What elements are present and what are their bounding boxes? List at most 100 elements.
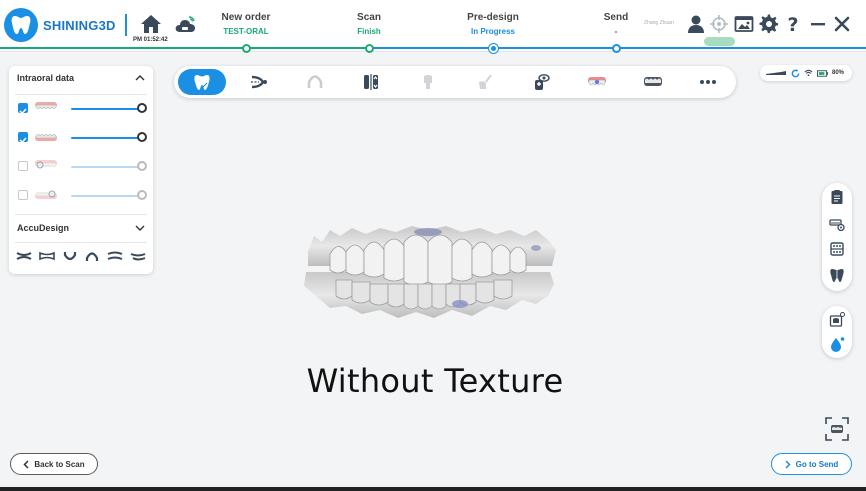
opacity-slider-knob[interactable] — [137, 161, 147, 171]
arch-lower-icon[interactable] — [62, 250, 78, 262]
tool-upper-model[interactable] — [573, 69, 621, 95]
home-icon[interactable] — [140, 14, 162, 34]
intraoral-data-title: Intraoral data — [17, 73, 75, 83]
data-panel: Intraoral data AccuDesign — [9, 66, 153, 274]
arch-icon — [307, 75, 323, 88]
tooth-icon[interactable] — [829, 267, 845, 283]
opacity-slider-track[interactable] — [71, 137, 143, 139]
step-title: Scan — [357, 12, 381, 23]
step-status: In Progress — [470, 27, 515, 36]
tool-more[interactable] — [684, 69, 732, 95]
intraoral-data-header[interactable]: Intraoral data — [9, 66, 153, 90]
bite-adjust-icon — [364, 74, 378, 90]
shining3d-logo: SHINING3D — [4, 7, 124, 43]
tooth-view-icon — [194, 75, 210, 90]
tool-bite-adjust[interactable] — [347, 69, 395, 95]
tool-arch[interactable] — [291, 69, 339, 95]
color-drop-icon[interactable] — [829, 336, 845, 352]
opacity-slider-track[interactable] — [71, 195, 143, 197]
trim-upper-icon[interactable] — [107, 250, 123, 262]
chevron-down-icon[interactable] — [135, 224, 145, 232]
clock-time: PM 01:52:42 — [133, 37, 168, 43]
lower-jaw-icon — [35, 133, 57, 141]
sync-icon — [791, 68, 800, 77]
divider — [15, 94, 147, 95]
bite-align-icon[interactable] — [38, 250, 55, 262]
window-image-icon[interactable] — [734, 14, 754, 34]
lower-prep-icon — [35, 190, 57, 199]
accudesign-header[interactable]: AccuDesign — [9, 216, 153, 240]
checkbox-checked[interactable] — [18, 103, 28, 115]
user-name: Zhang Zhuan — [644, 20, 674, 26]
step-pre-design[interactable]: Pre-design In Progress — [433, 0, 553, 36]
upper-model-icon — [588, 77, 606, 86]
tool-inspect[interactable] — [516, 69, 564, 95]
chevron-left-icon — [23, 459, 29, 469]
intraoral-item-upper-jaw[interactable] — [16, 98, 150, 118]
step-new-order[interactable]: New order TEST-ORAL — [186, 0, 306, 36]
step-send[interactable]: Send - — [556, 0, 676, 36]
minimize-icon[interactable] — [808, 14, 828, 34]
top-header: SHINING3D PM 01:52:42 New order TEST-ORA… — [0, 0, 866, 53]
go-to-send-button[interactable]: Go to Send — [771, 453, 852, 475]
step-title: New order — [221, 12, 271, 23]
checkbox-checked[interactable] — [18, 132, 28, 144]
tooth-logo-icon — [4, 8, 38, 42]
more-icon — [700, 80, 716, 84]
tool-margin-line[interactable] — [235, 69, 283, 95]
tool-crown[interactable] — [404, 69, 452, 95]
step-title: Pre-design — [467, 12, 519, 23]
scanner-icon — [766, 71, 786, 75]
jaw-grid-icon[interactable] — [829, 241, 845, 257]
tool-tooth-view[interactable] — [178, 69, 226, 95]
back-to-scan-label: Back to Scan — [34, 459, 85, 469]
status-badge — [704, 37, 735, 46]
step-scan[interactable]: Scan Finish — [309, 0, 429, 36]
inspect-eye-icon — [535, 74, 550, 90]
opacity-slider-track[interactable] — [71, 166, 143, 168]
arch-upper-icon[interactable] — [84, 250, 100, 262]
accudesign-tools — [16, 250, 146, 264]
dental-scan-model[interactable] — [300, 222, 562, 322]
trim-lower-icon[interactable] — [130, 250, 146, 262]
crosshair-icon[interactable] — [709, 14, 729, 34]
gear-icon[interactable] — [759, 14, 779, 34]
occlusion-plane-icon[interactable] — [16, 250, 32, 262]
user-icon[interactable] — [686, 14, 706, 34]
lower-model-icon — [644, 77, 662, 86]
jaw-settings-icon[interactable] — [829, 216, 845, 232]
chevron-right-icon — [785, 459, 791, 469]
step-dot-new-order — [241, 44, 251, 53]
intraoral-item-lower-prep[interactable] — [16, 185, 150, 205]
tool-sculpt[interactable] — [460, 69, 508, 95]
go-to-send-label: Go to Send — [795, 459, 839, 469]
clipboard-icon[interactable] — [829, 189, 845, 205]
back-to-scan-button[interactable]: Back to Scan — [10, 453, 98, 475]
crown-icon — [424, 75, 432, 89]
texture-toggle-icon[interactable] — [829, 312, 845, 328]
margin-line-icon — [251, 75, 267, 89]
sculpt-icon — [479, 74, 492, 89]
fit-view-icon[interactable] — [824, 416, 850, 442]
checkbox-unchecked[interactable] — [18, 190, 28, 200]
opacity-slider-track[interactable] — [71, 108, 143, 110]
opacity-slider-knob[interactable] — [137, 103, 147, 113]
device-status: 80% — [760, 65, 852, 81]
close-icon[interactable] — [832, 14, 852, 34]
checkbox-unchecked[interactable] — [18, 161, 28, 171]
logo-divider — [125, 14, 127, 36]
intraoral-item-lower-jaw[interactable] — [16, 127, 150, 147]
opacity-slider-knob[interactable] — [137, 132, 147, 142]
view-tools-panel — [822, 183, 852, 291]
chevron-up-icon[interactable] — [135, 74, 145, 82]
step-dot-scan — [364, 44, 374, 53]
upper-prep-icon — [35, 160, 57, 169]
battery-level: 80% — [832, 70, 845, 76]
help-icon[interactable]: ? — [783, 14, 803, 36]
wifi-icon — [804, 69, 813, 77]
intraoral-item-upper-prep[interactable] — [16, 156, 150, 176]
opacity-slider-knob[interactable] — [137, 190, 147, 200]
tool-bar — [174, 66, 736, 98]
tool-lower-model[interactable] — [629, 69, 677, 95]
progress-line-done — [0, 47, 370, 49]
